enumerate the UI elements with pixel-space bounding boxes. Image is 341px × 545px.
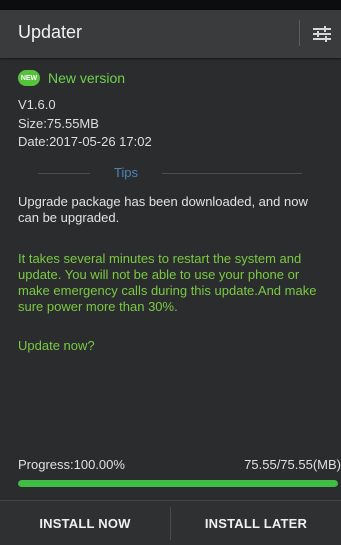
app-title: Updater — [18, 22, 83, 42]
settings-button[interactable] — [308, 20, 336, 48]
tips-line-left — [38, 173, 90, 174]
tips-title: Tips — [113, 165, 139, 180]
action-bar: INSTALL NOW INSTALL LATER — [0, 500, 341, 545]
progress-label: Progress:100.00% — [18, 457, 125, 472]
warning-message: It takes several minutes to restart the … — [18, 251, 317, 314]
tips-divider: Tips — [0, 165, 341, 183]
progress-fill — [18, 480, 338, 487]
install-later-button[interactable]: INSTALL LATER — [171, 501, 341, 545]
progress-bar — [18, 480, 338, 487]
update-content: NEW New version V1.6.0 Size:75.55MB Date… — [0, 58, 341, 519]
progress-size: 75.55/75.55(MB) — [244, 457, 341, 472]
install-now-button[interactable]: INSTALL NOW — [0, 501, 170, 545]
tips-line-right — [162, 173, 302, 174]
sliders-icon — [313, 26, 331, 42]
new-version-heading: New version — [48, 70, 126, 86]
downloaded-message: Upgrade package has been downloaded, and… — [18, 194, 308, 225]
app-bar-divider — [299, 20, 300, 46]
status-bar — [0, 0, 341, 10]
date-text: Date:2017-05-26 17:02 — [18, 134, 152, 149]
version-text: V1.6.0 — [18, 97, 56, 112]
updater-screen: Updater NEW New version V1.6.0 Size:75.5… — [0, 0, 341, 545]
new-badge-icon: NEW — [18, 70, 40, 86]
size-text: Size:75.55MB — [18, 116, 99, 131]
update-prompt: Update now? — [18, 338, 95, 353]
new-version-row: NEW New version — [18, 70, 125, 86]
app-bar: Updater — [0, 10, 341, 58]
